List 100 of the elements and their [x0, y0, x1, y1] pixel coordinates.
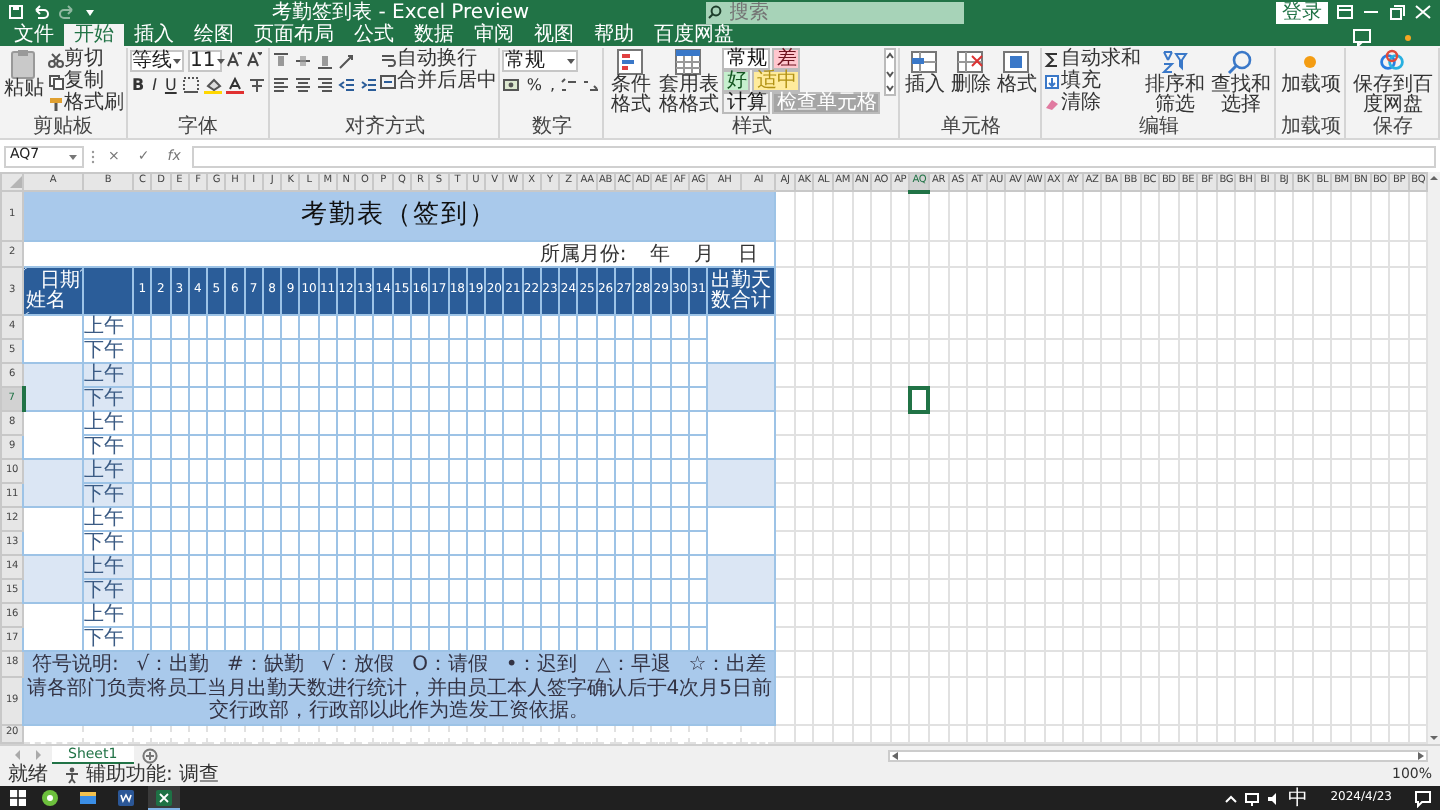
font-name-field[interactable]: 等线 [130, 49, 184, 71]
search-icon [705, 1, 724, 23]
undo-icon[interactable] [32, 4, 50, 20]
cell-style-option[interactable]: 常规 [722, 48, 771, 70]
number-format-field[interactable]: 常规 [502, 49, 579, 71]
redo-icon[interactable] [58, 4, 76, 20]
font-color-icon[interactable] [226, 75, 245, 93]
cloud-icon [1378, 48, 1407, 76]
accessibility-icon [64, 766, 82, 784]
ribbon-tab[interactable]: 百度网盘 [644, 24, 744, 46]
comment-icon[interactable] [1352, 28, 1372, 46]
horizontal-scrollbar[interactable] [888, 749, 1428, 761]
search-field[interactable]: 搜索 [723, 1, 964, 23]
paste-button[interactable]: 粘贴 [2, 48, 46, 100]
merge-icon [380, 73, 397, 89]
font-size-field[interactable]: 11 [188, 49, 222, 71]
close-icon[interactable] [1414, 4, 1432, 20]
legend-item: •：迟到 [505, 654, 578, 676]
period-label: 上午 [84, 508, 124, 530]
date-unit-label: 日 [738, 243, 759, 265]
fill-color-icon[interactable] [204, 75, 223, 93]
ribbon-tab[interactable]: 视图 [524, 24, 584, 46]
scroll-up-icon[interactable] [1428, 172, 1440, 184]
chevron-up-icon[interactable] [1224, 791, 1239, 805]
borders-icon[interactable] [182, 75, 201, 93]
sigma-icon [1044, 51, 1061, 67]
wrap-text-icon [380, 51, 397, 67]
cell-style-option[interactable]: 计算 [722, 92, 771, 114]
wrap-text-button[interactable]: 自动换行 [380, 48, 497, 70]
ribbon-tab[interactable]: 帮助 [584, 24, 644, 46]
dropdown-icon[interactable] [84, 4, 96, 20]
period-label: 下午 [84, 628, 124, 650]
month-label: 所属月份: [539, 243, 627, 265]
format-as-table-button[interactable]: 套用表格格式 [656, 48, 721, 116]
cell-style-option[interactable]: 差 [772, 48, 801, 70]
column-heading: 出勤天数合计 [709, 271, 774, 311]
bold-button[interactable]: B [130, 75, 147, 93]
save-icon[interactable] [8, 4, 24, 20]
fill-button[interactable]: 填充 [1044, 70, 1141, 92]
date-unit-label: 月 [694, 243, 715, 265]
ribbon-tab[interactable]: 数据 [404, 24, 464, 46]
ribbon-tab[interactable]: 审阅 [464, 24, 524, 46]
find-select-button[interactable]: 查找和选择 [1208, 48, 1273, 116]
input-method-indicator[interactable]: 中 [1288, 787, 1309, 809]
increase-indent-icon[interactable] [360, 75, 379, 93]
copy-button[interactable]: 复制 [48, 70, 124, 92]
cells-button[interactable]: 格式 [994, 48, 1039, 96]
clear-button[interactable]: 清除 [1044, 92, 1141, 114]
group-label: 对齐方式 [342, 118, 427, 138]
windows-start-icon[interactable] [8, 788, 28, 808]
ribbon-tab[interactable]: 页面布局 [244, 24, 344, 46]
taskbar-app[interactable] [148, 786, 180, 810]
decrease-decimal-icon[interactable] [582, 75, 601, 93]
increase-font-icon[interactable] [226, 52, 242, 68]
add-sheet-icon[interactable] [141, 747, 158, 763]
cells-button[interactable]: 插入 [902, 48, 947, 96]
ribbon-display-icon[interactable] [1336, 4, 1354, 20]
gallery-scroll-icon[interactable] [884, 48, 897, 96]
cell-style-option[interactable]: 好 [722, 70, 751, 92]
autosum-button[interactable]: 自动求和 [1044, 48, 1141, 70]
sheet-title: 考勤表（签到） [301, 199, 498, 230]
ribbon-tab[interactable]: 插入 [124, 24, 184, 46]
group-label: 样式 [729, 118, 774, 138]
save-to-cloud-button[interactable]: 保存到百度网盘 [1348, 48, 1437, 116]
ribbon-tab[interactable]: 开始 [64, 24, 124, 46]
ribbon-tab[interactable]: 公式 [344, 24, 404, 46]
increase-decimal-icon[interactable] [560, 75, 579, 93]
add-ins-button[interactable]: 加载项 [1278, 48, 1343, 96]
legend-item: #：缺勤 [227, 654, 304, 676]
restore-icon[interactable] [1388, 4, 1406, 20]
ribbon-tab[interactable]: 绘图 [184, 24, 244, 46]
period-label: 下午 [84, 436, 124, 458]
cells-button[interactable]: 删除 [948, 48, 993, 96]
formula-input[interactable] [192, 145, 1436, 167]
period-label: 下午 [84, 484, 124, 506]
decrease-indent-icon[interactable] [338, 75, 357, 93]
align-right-icon[interactable] [316, 75, 335, 93]
decrease-font-icon[interactable] [246, 52, 262, 68]
phonetic-icon[interactable] [248, 75, 267, 93]
sort-filter-button[interactable]: 排序和筛选 [1142, 48, 1207, 116]
notification-icon[interactable] [1414, 789, 1432, 807]
underline-button[interactable]: U [162, 75, 179, 93]
ribbon-tab[interactable]: 文件 [4, 24, 64, 46]
cut-button[interactable]: 剪切 [48, 48, 124, 70]
align-middle-icon[interactable] [294, 51, 313, 69]
italic-button[interactable]: I [150, 75, 159, 93]
conditional-formatting-button[interactable]: 条件格式 [606, 48, 655, 116]
comma-button[interactable]: , [547, 75, 557, 93]
format-painter-button[interactable]: 格式刷 [48, 92, 124, 114]
sign-in-button[interactable]: 登录 [1276, 1, 1328, 23]
period-label: 上午 [84, 316, 124, 338]
currency-icon[interactable] [502, 75, 521, 93]
copy-icon [48, 73, 64, 89]
align-bottom-icon[interactable] [316, 51, 335, 69]
align-top-icon[interactable] [272, 51, 291, 69]
group-label: 剪贴板 [31, 118, 95, 138]
align-left-icon[interactable] [272, 75, 291, 93]
percent-button[interactable]: % [524, 75, 544, 93]
merge-center-button[interactable]: 合并后居中 [380, 70, 497, 92]
align-center-icon[interactable] [294, 75, 313, 93]
